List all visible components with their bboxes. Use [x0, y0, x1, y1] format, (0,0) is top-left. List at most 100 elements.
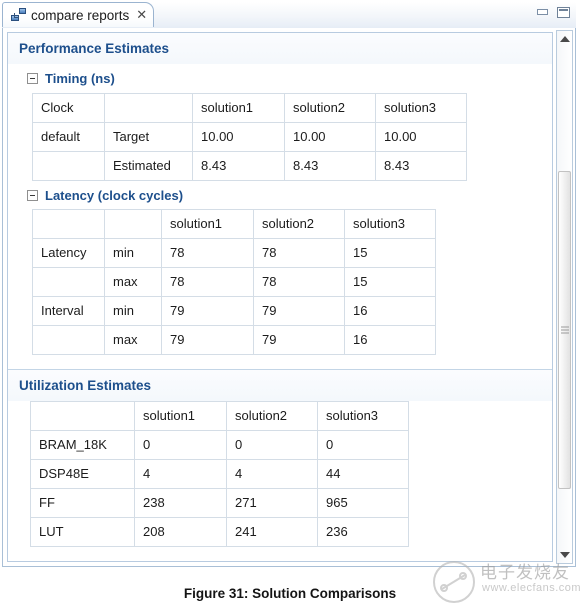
cell: Estimated [104, 151, 193, 181]
cell: 236 [317, 517, 409, 547]
subsection-latency[interactable]: Latency (clock cycles) [8, 181, 552, 209]
vertical-scrollbar[interactable] [556, 30, 573, 564]
cell: BRAM_18K [30, 430, 135, 460]
collapse-icon[interactable] [27, 73, 38, 84]
compare-reports-window: compare reports ✕ Performance Estimates … [2, 2, 576, 567]
cell: 0 [134, 430, 227, 460]
cell: 8.43 [284, 151, 376, 181]
cell: min [104, 296, 162, 326]
cell: Target [104, 122, 193, 152]
subsection-timing-label: Timing (ns) [45, 71, 115, 86]
editor-body: Performance Estimates Timing (ns) Clock … [2, 28, 576, 567]
cell [32, 209, 105, 239]
cell: 78 [253, 267, 345, 297]
cell: 79 [161, 296, 254, 326]
cell: 271 [226, 488, 318, 518]
tab-compare-reports[interactable]: compare reports ✕ [2, 2, 155, 27]
table-row: solution1 solution2 solution3 [32, 209, 436, 239]
editor-tab-strip: compare reports ✕ [2, 2, 576, 29]
table-row: Interval min 79 79 16 [32, 296, 436, 326]
cell: Clock [32, 93, 105, 123]
cell: Interval [32, 296, 105, 326]
cell: 16 [344, 296, 436, 326]
cell: solution1 [192, 93, 285, 123]
cell: 238 [134, 488, 227, 518]
close-icon[interactable]: ✕ [136, 9, 147, 22]
figure-caption: Figure 31: Solution Comparisons [183, 586, 397, 601]
cell: 8.43 [192, 151, 285, 181]
subsection-timing[interactable]: Timing (ns) [8, 64, 552, 92]
tab-label: compare reports [31, 7, 130, 23]
cell: 0 [317, 430, 409, 460]
cell [104, 93, 193, 123]
cell: solution3 [317, 401, 409, 431]
report-canvas: Performance Estimates Timing (ns) Clock … [7, 32, 553, 562]
table-row: DSP48E 4 4 44 [30, 459, 409, 489]
timing-table: Clock solution1 solution2 solution3 defa… [32, 93, 467, 181]
cell [32, 267, 105, 297]
window-controls [535, 6, 571, 19]
cell: max [104, 267, 162, 297]
cell: 241 [226, 517, 318, 547]
section-performance-estimates-title: Performance Estimates [8, 33, 552, 64]
report-content: Performance Estimates Timing (ns) Clock … [8, 33, 552, 547]
cell: 4 [134, 459, 227, 489]
cell: 10.00 [192, 122, 285, 152]
cell: LUT [30, 517, 135, 547]
utilization-table: solution1 solution2 solution3 BRAM_18K 0… [30, 401, 409, 547]
cell: 4 [226, 459, 318, 489]
grip-icon [560, 325, 569, 336]
cell [32, 151, 105, 181]
cell: 965 [317, 488, 409, 518]
cell: 0 [226, 430, 318, 460]
table-row: Latency min 78 78 15 [32, 238, 436, 268]
cell: solution1 [161, 209, 254, 239]
table-row: default Target 10.00 10.00 10.00 [32, 122, 467, 152]
section-utilization-estimates-title: Utilization Estimates [8, 369, 552, 401]
table-row: FF 238 271 965 [30, 488, 409, 518]
compare-reports-icon [10, 7, 26, 23]
cell: 79 [253, 325, 345, 355]
collapse-icon[interactable] [27, 190, 38, 201]
cell: 44 [317, 459, 409, 489]
cell: 79 [161, 325, 254, 355]
cell: Latency [32, 238, 105, 268]
scrollbar-thumb[interactable] [558, 171, 571, 489]
cell: 78 [161, 238, 254, 268]
latency-table: solution1 solution2 solution3 Latency mi… [32, 209, 436, 355]
scroll-up-arrow-icon[interactable] [557, 31, 572, 47]
cell: solution2 [226, 401, 318, 431]
cell: 8.43 [375, 151, 467, 181]
cell [30, 401, 135, 431]
cell: 16 [344, 325, 436, 355]
table-row: max 79 79 16 [32, 325, 436, 355]
table-row: BRAM_18K 0 0 0 [30, 430, 409, 460]
cell: solution3 [344, 209, 436, 239]
table-row: solution1 solution2 solution3 [30, 401, 409, 431]
cell: 78 [161, 267, 254, 297]
table-row: LUT 208 241 236 [30, 517, 409, 547]
cell: DSP48E [30, 459, 135, 489]
table-row: Estimated 8.43 8.43 8.43 [32, 151, 467, 181]
cell: max [104, 325, 162, 355]
subsection-latency-label: Latency (clock cycles) [45, 188, 184, 203]
cell: 208 [134, 517, 227, 547]
cell: 10.00 [375, 122, 467, 152]
table-row: Clock solution1 solution2 solution3 [32, 93, 467, 123]
cell: 79 [253, 296, 345, 326]
cell: solution2 [253, 209, 345, 239]
cell: solution2 [284, 93, 376, 123]
cell [32, 325, 105, 355]
table-row: max 78 78 15 [32, 267, 436, 297]
cell: solution1 [134, 401, 227, 431]
minimize-button[interactable] [535, 6, 550, 19]
cell: 78 [253, 238, 345, 268]
scroll-down-arrow-icon[interactable] [557, 547, 572, 563]
maximize-button[interactable] [556, 6, 571, 19]
cell [104, 209, 162, 239]
cell: 10.00 [284, 122, 376, 152]
cell: solution3 [375, 93, 467, 123]
cell: FF [30, 488, 135, 518]
cell: 15 [344, 267, 436, 297]
